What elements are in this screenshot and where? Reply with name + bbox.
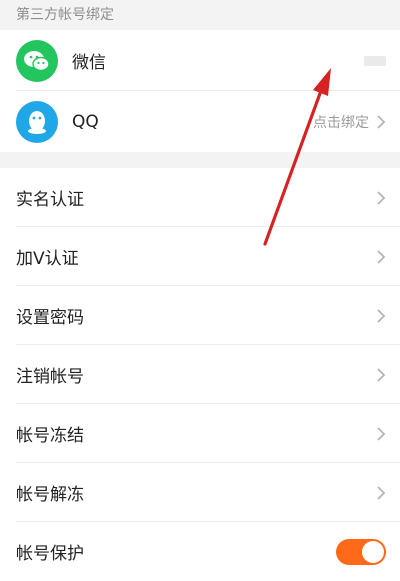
menu-item-account-protection: 帐号保护 (0, 522, 400, 581)
wechat-bind-status (364, 55, 386, 66)
wechat-label: 微信 (72, 53, 106, 73)
chevron-right-icon (377, 367, 386, 382)
qq-icon (16, 100, 58, 143)
toggle-knob (362, 540, 384, 563)
wechat-bind-row[interactable]: 微信 (0, 30, 400, 91)
qq-bind-status: 点击绑定 (313, 114, 369, 131)
menu-item-right (377, 227, 386, 286)
chevron-right-icon (377, 426, 386, 441)
qq-bind-action[interactable]: 点击绑定 (313, 91, 386, 152)
chevron-right-icon (377, 485, 386, 500)
wechat-icon (16, 39, 58, 82)
chevron-right-icon (377, 308, 386, 323)
account-settings-menu: 实名认证 加V认证 设置密码 注销帐号 帐号冻结 帐号解冻 帐号保护 (0, 168, 400, 581)
menu-item-label: 实名认证 (16, 190, 84, 210)
third-party-binding-card: 微信 QQ 点击绑定 (0, 30, 400, 152)
menu-item-freeze-account[interactable]: 帐号冻结 (0, 404, 400, 463)
section-gap (0, 152, 400, 168)
menu-item-right (377, 168, 386, 227)
menu-item-label: 帐号解冻 (16, 485, 84, 505)
menu-item-real-name-verify[interactable]: 实名认证 (0, 168, 400, 227)
chevron-right-icon (377, 190, 386, 205)
menu-item-right (377, 463, 386, 522)
menu-item-label: 注销帐号 (16, 367, 84, 387)
menu-item-right (377, 345, 386, 404)
wechat-bind-status-area (364, 30, 386, 91)
chevron-right-icon (377, 249, 386, 264)
menu-item-label: 帐号冻结 (16, 426, 84, 446)
menu-item-unfreeze-account[interactable]: 帐号解冻 (0, 463, 400, 522)
menu-item-label: 帐号保护 (16, 544, 84, 564)
qq-bind-row[interactable]: QQ 点击绑定 (0, 91, 400, 152)
menu-item-right (336, 522, 386, 581)
qq-label: QQ (72, 111, 99, 132)
menu-item-v-verify[interactable]: 加V认证 (0, 227, 400, 286)
menu-item-set-password[interactable]: 设置密码 (0, 286, 400, 345)
menu-item-right (377, 404, 386, 463)
menu-item-deactivate-account[interactable]: 注销帐号 (0, 345, 400, 404)
third-party-section-title: 第三方帐号绑定 (0, 0, 400, 30)
chevron-right-icon (377, 114, 386, 129)
menu-item-right (377, 286, 386, 345)
menu-item-label: 设置密码 (16, 308, 84, 328)
menu-item-label: 加V认证 (16, 249, 79, 269)
account-protection-toggle[interactable] (336, 538, 386, 565)
